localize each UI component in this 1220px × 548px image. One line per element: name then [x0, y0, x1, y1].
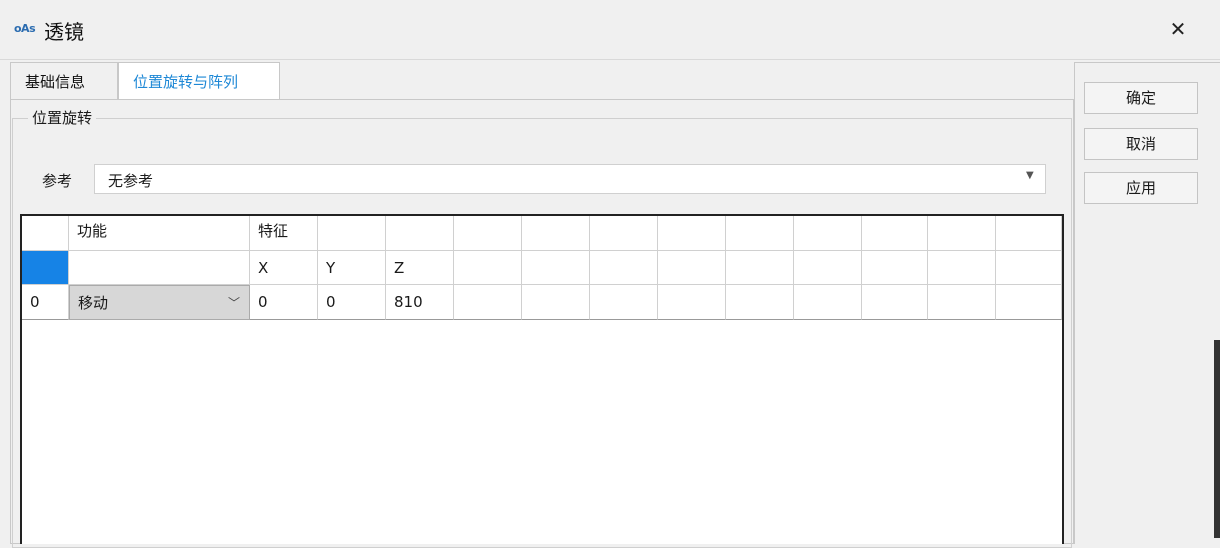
- app-logo: oAs: [14, 22, 36, 35]
- tab-basic-info[interactable]: 基础信息: [10, 62, 118, 100]
- header-row1-cell-8[interactable]: [658, 216, 726, 251]
- title-bar: [0, 0, 1220, 60]
- reference-value: 无参考: [108, 172, 154, 190]
- header-row1-cell-10[interactable]: [794, 216, 862, 251]
- window-edge: [1214, 340, 1220, 538]
- header-row1-cell-6[interactable]: [522, 216, 590, 251]
- header-row1-cell-13[interactable]: [996, 216, 1062, 251]
- header-row1-cell-1[interactable]: 功能: [69, 216, 250, 251]
- header-row2-cell-8[interactable]: [658, 251, 726, 285]
- table-row-cell-9[interactable]: [726, 285, 794, 320]
- table-row-cell-5[interactable]: [454, 285, 522, 320]
- header-row2-cell-2[interactable]: X: [250, 251, 318, 285]
- header-row2-cell-9[interactable]: [726, 251, 794, 285]
- group-legend: 位置旋转: [28, 107, 97, 128]
- header-row1-cell-4[interactable]: [386, 216, 454, 251]
- close-icon[interactable]: ✕: [1164, 16, 1192, 44]
- table-row-cell-3[interactable]: 0: [318, 285, 386, 320]
- header-row2-cell-6[interactable]: [522, 251, 590, 285]
- table-row-cell-8[interactable]: [658, 285, 726, 320]
- table-row-cell-2[interactable]: 0: [250, 285, 318, 320]
- header-row1-cell-0[interactable]: [22, 216, 69, 251]
- tab-position-rotation-array[interactable]: 位置旋转与阵列: [118, 62, 280, 100]
- table-row-cell-0[interactable]: 0: [22, 285, 69, 320]
- table-row-cell-7[interactable]: [590, 285, 658, 320]
- apply-button[interactable]: 应用: [1084, 172, 1198, 204]
- header-row1-cell-7[interactable]: [590, 216, 658, 251]
- header-row2-cell-7[interactable]: [590, 251, 658, 285]
- header-row1-cell-5[interactable]: [454, 216, 522, 251]
- header-row2-cell-12[interactable]: [928, 251, 996, 285]
- header-row1-cell-3[interactable]: [318, 216, 386, 251]
- table-row-cell-11[interactable]: [862, 285, 928, 320]
- chevron-down-icon[interactable]: ﹀: [228, 294, 240, 311]
- reference-label: 参考: [42, 172, 73, 190]
- table-row-cell-10[interactable]: [794, 285, 862, 320]
- ok-button[interactable]: 确定: [1084, 82, 1198, 114]
- header-row1-cell-12[interactable]: [928, 216, 996, 251]
- header-row2-cell-5[interactable]: [454, 251, 522, 285]
- window-title: 透镜: [44, 20, 84, 44]
- header-row1-cell-2[interactable]: 特征: [250, 216, 318, 251]
- function-dropdown[interactable]: 移动: [69, 285, 250, 320]
- reference-select[interactable]: [94, 164, 1046, 194]
- table-row-cell-13[interactable]: [996, 285, 1062, 320]
- header-row2-cell-4[interactable]: Z: [386, 251, 454, 285]
- header-row2-cell-10[interactable]: [794, 251, 862, 285]
- header-row1-cell-11[interactable]: [862, 216, 928, 251]
- table-row-cell-6[interactable]: [522, 285, 590, 320]
- cancel-button[interactable]: 取消: [1084, 128, 1198, 160]
- table-row-cell-4[interactable]: 810: [386, 285, 454, 320]
- header-row2-cell-11[interactable]: [862, 251, 928, 285]
- chevron-down-icon[interactable]: ▼: [1026, 170, 1034, 181]
- header-row2-cell-1[interactable]: [69, 251, 250, 285]
- table-row-cell-12[interactable]: [928, 285, 996, 320]
- header-row2-cell-13[interactable]: [996, 251, 1062, 285]
- header-row2-cell-0[interactable]: [22, 251, 69, 285]
- header-row1-cell-9[interactable]: [726, 216, 794, 251]
- header-row2-cell-3[interactable]: Y: [318, 251, 386, 285]
